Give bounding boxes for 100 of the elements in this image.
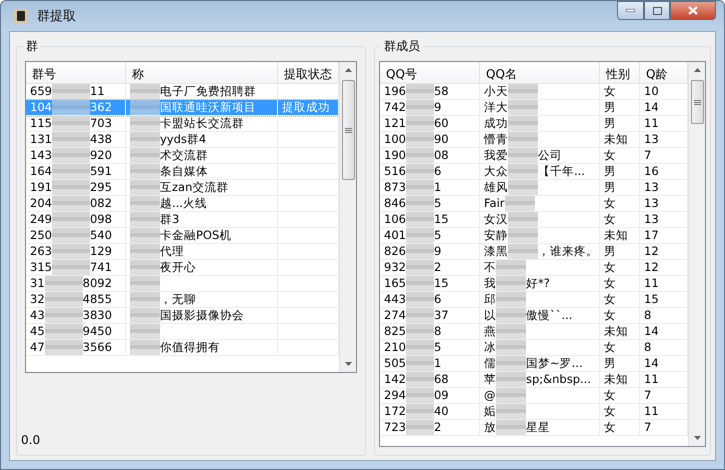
table-cell: 17 [644,228,659,243]
table-cell: 920 [90,148,112,163]
table-cell: 2 [434,420,442,435]
table-cell: 09 [434,388,449,403]
table-cell: 165 [384,276,406,291]
table-cell: 873 [384,180,406,195]
group-row[interactable]: 249 098 群3 [26,212,339,228]
group-row[interactable]: 47 3566 你值得拥有 [26,340,339,356]
table-cell: 女 [604,148,616,163]
scrollbar[interactable] [339,62,356,372]
member-row[interactable]: 873 1 雄风 男 13 [380,180,688,196]
member-row[interactable]: 190 08 我爱 公司 女 7 [380,148,688,164]
scroll-up-icon[interactable] [344,68,352,72]
scrollbar[interactable] [688,62,705,446]
member-row[interactable]: 121 60 成功 男 11 [380,116,688,132]
group-row[interactable]: 263 129 代理 [26,244,339,260]
table-cell: 12 [644,244,659,259]
group-row[interactable]: 250 540 卡金融POS机 [26,228,339,244]
privacy-mask [496,308,526,323]
column-header[interactable]: 性别 [600,62,640,87]
member-row[interactable]: 516 6 大众 【千年... 男 16 [380,164,688,180]
member-row[interactable]: 142 68 苹 sp;&nbsp... 未知 11 [380,372,688,388]
member-row[interactable]: 826 9 漆黑 ，谁来疼。 男 12 [380,244,688,260]
close-button[interactable] [670,1,716,20]
table-cell: 14 [644,356,659,371]
member-row[interactable]: 505 1 儒 国梦~罗... 男 14 [380,356,688,372]
group-row[interactable]: 143 920 术交流群 [26,148,339,164]
table-cell: 3830 [82,308,112,323]
scrollbar-thumb[interactable] [342,80,354,180]
privacy-mask [130,276,160,291]
table-cell: 37 [434,308,449,323]
group-row[interactable]: 204 082 越...火线 [26,196,339,212]
table-cell: 懵青 [484,132,508,147]
table-cell: 条自媒体 [160,164,208,179]
table-cell: 11 [644,404,659,419]
scrollbar-thumb[interactable] [690,80,704,124]
privacy-mask [406,292,434,307]
scroll-up-icon[interactable] [694,68,700,72]
table-cell: 104 [30,100,52,115]
member-row[interactable]: 846 5 Fair 女 13 [380,196,688,212]
maximize-button[interactable] [644,1,670,20]
table-cell: 女 [604,84,616,99]
member-row[interactable]: 443 6 邱 女 15 [380,292,688,308]
group-row[interactable]: 43 3830 国摄影摄像协会 [26,308,339,324]
scroll-down-icon[interactable] [344,362,352,366]
member-row[interactable]: 742 9 洋大 男 14 [380,100,688,116]
member-row[interactable]: 172 40 姤 女 11 [380,404,688,420]
privacy-mask [406,420,434,435]
member-row[interactable]: 274 37 以 傲慢``... 女 8 [380,308,688,324]
table-cell: 191 [30,180,52,195]
privacy-mask [44,292,83,307]
privacy-mask [130,228,160,243]
table-cell: 68 [434,372,449,387]
group-row[interactable]: 191 295 互zan交流群 [26,180,339,196]
group-row[interactable]: 131 438 yyds群4 [26,132,339,148]
privacy-mask [130,196,160,211]
privacy-mask [130,164,160,179]
member-row[interactable]: 196 58 小天 女 10 [380,84,688,100]
minimize-button[interactable] [617,1,644,20]
table-cell: 703 [90,116,112,131]
member-row[interactable]: 100 90 懵青 未知 13 [380,132,688,148]
privacy-mask [496,420,526,435]
table-cell: 代理 [160,244,184,259]
table-cell: 提取成功 [282,100,330,115]
table-cell: 295 [90,180,112,195]
table-cell: 8 [644,340,652,355]
member-row[interactable]: 210 5 冰 女 8 [380,340,688,356]
privacy-mask [52,196,90,211]
group-row[interactable]: 115 703 卡盟站长交流群 [26,116,339,132]
table-cell: 姤 [484,404,496,419]
group-row[interactable]: 32 4855 ，无聊 [26,292,339,308]
member-row[interactable]: 294 09 @ 女 7 [380,388,688,404]
table-cell: 儒 [484,356,496,371]
table-cell: 31 [30,276,45,291]
privacy-mask [406,260,434,275]
privacy-mask [508,100,538,115]
table-cell: 190 [384,148,406,163]
privacy-mask [406,196,434,211]
scroll-down-icon[interactable] [694,436,700,440]
table-cell: 5 [434,340,442,355]
group-row[interactable]: 164 591 条自媒体 [26,164,339,180]
table-cell: 我爱 [484,148,508,163]
privacy-mask [496,292,526,307]
group-row[interactable]: 315 741 夜开心 [26,260,339,276]
group-row[interactable]: 31 8092 [26,276,339,292]
table-cell: 我 [484,276,496,291]
member-row[interactable]: 825 8 燕 未知 14 [380,324,688,340]
privacy-mask [406,356,434,371]
table-cell: 32 [30,292,45,307]
member-row[interactable]: 401 5 安静 未知 17 [380,228,688,244]
member-row[interactable]: 723 2 放 星星 女 7 [380,420,688,436]
member-row[interactable]: 932 2 不 女 12 [380,260,688,276]
member-row[interactable]: 106 15 女汉 女 13 [380,212,688,228]
table-cell: 1 [434,356,442,371]
table-cell: 群3 [160,212,180,227]
table-cell: 294 [384,388,406,403]
table-cell: 659 [30,84,52,99]
group-row[interactable]: 45 9450 [26,324,339,340]
member-row[interactable]: 165 15 我 好*? 女 11 [380,276,688,292]
privacy-mask [130,100,160,115]
